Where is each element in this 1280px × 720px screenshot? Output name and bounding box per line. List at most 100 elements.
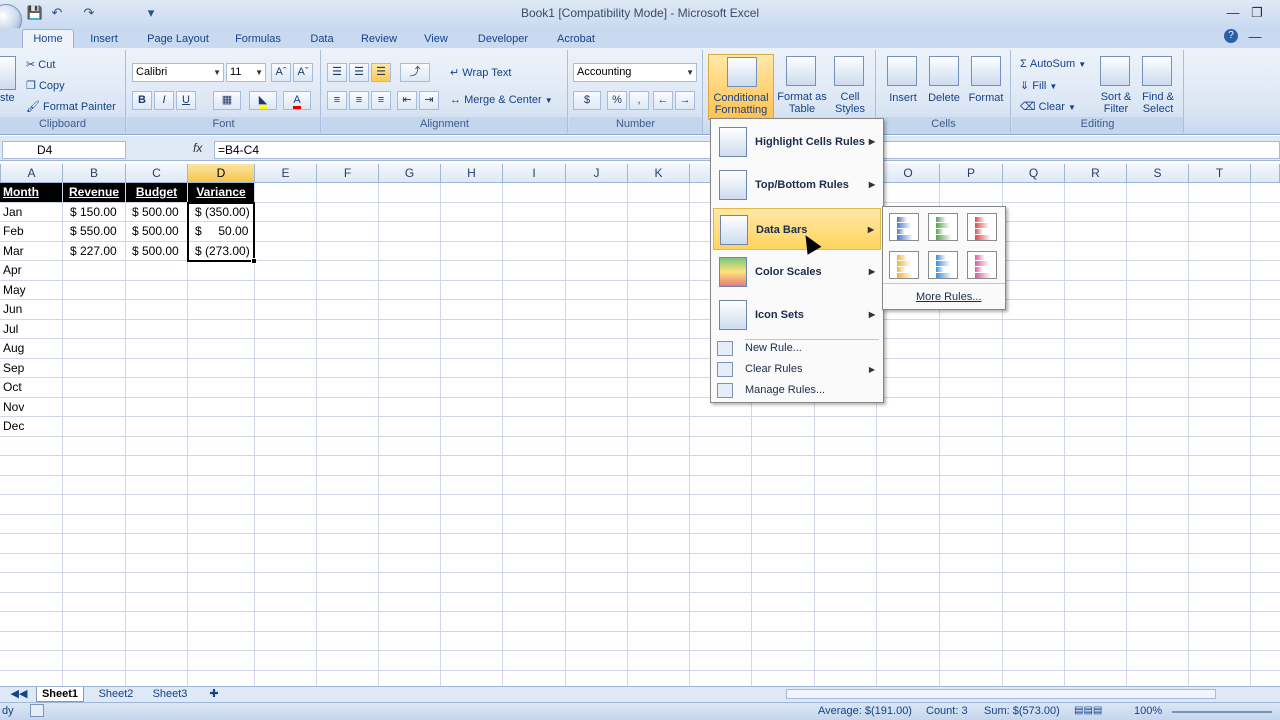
sheet-tab-sheet2[interactable]: Sheet2 [92,687,140,702]
sheet-nav-arrows-icon[interactable]: ◀◀ ▶▶ [4,687,34,715]
ribbon-minimize-icon[interactable]: — [1246,29,1264,45]
conditional-formatting-button[interactable]: Conditional Formatting [708,54,774,120]
column-header-c[interactable]: C [126,164,188,183]
tab-page-layout[interactable]: Page Layout [140,30,216,48]
zoom-level[interactable]: 100% [1134,705,1162,717]
month-cell[interactable]: Apr [3,261,22,280]
column-header-s[interactable]: S [1127,164,1189,183]
table-header-revenue[interactable]: Revenue [63,183,125,202]
menu-item-data-bars[interactable]: Data Bars ▶ [713,208,881,250]
table-cell[interactable]: $ 500.00 [132,242,179,261]
restore-icon[interactable]: ❐ [1248,5,1266,21]
data-bar-style-2[interactable] [928,213,958,241]
menu-item-new-rule[interactable]: New Rule... [713,338,881,359]
menu-item-top-bottom-rules[interactable]: Top/Bottom Rules ▶ [713,164,881,206]
align-middle-button[interactable]: ☰ [349,63,369,82]
find-select-button[interactable]: Find & Select [1138,91,1178,115]
table-cell[interactable]: $ 550.00 [70,222,117,241]
column-header-f[interactable]: F [317,164,379,183]
column-header-a[interactable]: A [1,164,63,183]
wrap-text-button[interactable]: ↵ Wrap Text [450,66,511,79]
number-format-select[interactable]: Accounting ▼ [573,63,697,82]
horizontal-scrollbar[interactable] [786,689,1216,699]
month-cell[interactable]: Nov [3,398,24,417]
tab-view[interactable]: View [416,30,456,48]
month-cell[interactable]: Aug [3,339,24,358]
align-center-button[interactable]: ≡ [349,91,369,110]
column-header-g[interactable]: G [379,164,441,183]
sheet-tab-sheet1[interactable]: Sheet1 [36,687,84,702]
tab-acrobat[interactable]: Acrobat [550,30,602,48]
column-header-d[interactable]: D [188,164,255,183]
minimize-icon[interactable]: — [1224,5,1242,21]
menu-item-color-scales[interactable]: Color Scales ▶ [713,251,881,293]
underline-button[interactable]: U [176,91,196,110]
fill-color-button[interactable]: ◣ [249,91,277,110]
fill-button[interactable]: ⇓ Fill ▼ [1020,79,1057,92]
data-bar-style-6[interactable] [967,251,997,279]
column-header-extra[interactable] [1251,164,1280,183]
column-header-b[interactable]: B [63,164,126,183]
insert-button[interactable]: Insert [881,92,925,104]
increase-indent-button[interactable]: ⇥ [419,91,439,110]
find-select-icon[interactable] [1142,56,1172,86]
menu-item-highlight-cells-rules[interactable]: Highlight Cells Rules ▶ [713,121,881,163]
table-cell[interactable]: $ (273.00) [195,242,250,261]
column-header-h[interactable]: H [441,164,503,183]
merge-center-button[interactable]: ↔ Merge & Center ▼ [450,94,553,106]
tab-review[interactable]: Review [356,30,402,48]
format-button[interactable]: Format [965,92,1007,104]
italic-button[interactable]: I [154,91,174,110]
borders-button[interactable]: ▦ [213,91,241,110]
table-header-month[interactable]: Month [0,183,62,202]
insert-cells-icon[interactable] [887,56,917,86]
sort-filter-button[interactable]: Sort & Filter [1096,91,1136,115]
tab-data[interactable]: Data [302,30,342,48]
align-bottom-button[interactable]: ☰ [371,63,391,82]
format-painter-button[interactable]: 🖌 Format Painter [26,100,116,113]
column-header-e[interactable]: E [255,164,317,183]
table-cell[interactable]: $ 50.00 [195,222,248,241]
percent-button[interactable]: % [607,91,627,110]
table-cell[interactable]: Mar [3,242,24,261]
font-name-input[interactable]: Calibri ▼ [132,63,224,82]
name-box[interactable]: D4 [2,141,126,159]
clear-button[interactable]: ⌫ Clear ▼ [1020,100,1076,113]
table-header-variance[interactable]: Variance [188,183,254,202]
autosum-button[interactable]: Σ AutoSum ▼ [1020,58,1086,70]
month-cell[interactable]: Jul [3,320,18,339]
delete-button[interactable]: Delete [923,92,965,104]
insert-function-button[interactable]: fx [193,141,211,159]
shrink-font-button[interactable]: Aˇ [293,63,313,82]
worksheet-grid[interactable]: A B C D E F G H I J K L M N O P Q R S T … [0,164,1280,686]
sheet-tab-sheet3[interactable]: Sheet3 [146,687,194,702]
decrease-indent-button[interactable]: ⇤ [397,91,417,110]
cut-button[interactable]: ✂ Cut [26,58,55,71]
paste-label[interactable]: ste [0,92,15,104]
font-color-button[interactable]: A [283,91,311,110]
cell-styles-button[interactable]: Cell Styles [832,91,868,115]
align-right-button[interactable]: ≡ [371,91,391,110]
column-header-i[interactable]: I [503,164,566,183]
month-cell[interactable]: May [3,281,26,300]
column-header-q[interactable]: Q [1003,164,1065,183]
data-bar-style-1[interactable] [889,213,919,241]
view-buttons-icon[interactable]: ▤▤▤ [1074,705,1102,716]
tab-formulas[interactable]: Formulas [230,30,286,48]
table-cell[interactable]: $ (350.00) [195,203,250,222]
menu-item-manage-rules[interactable]: Manage Rules... [713,380,881,401]
month-cell[interactable]: Sep [3,359,24,378]
decrease-decimal-button[interactable]: → [675,91,695,110]
paste-icon[interactable] [0,56,16,90]
format-table-icon[interactable] [786,56,816,86]
fill-handle[interactable] [251,258,257,264]
table-cell[interactable]: $ 227.00 [70,242,117,261]
cell-styles-icon[interactable] [834,56,864,86]
table-header-budget[interactable]: Budget [126,183,187,202]
table-cell[interactable]: $ 500.00 [132,203,179,222]
zoom-slider[interactable] [1172,711,1272,713]
tab-developer[interactable]: Developer [472,30,534,48]
increase-decimal-button[interactable]: ← [653,91,673,110]
copy-button[interactable]: ❐ Copy [26,79,65,92]
format-cells-icon[interactable] [971,56,1001,86]
